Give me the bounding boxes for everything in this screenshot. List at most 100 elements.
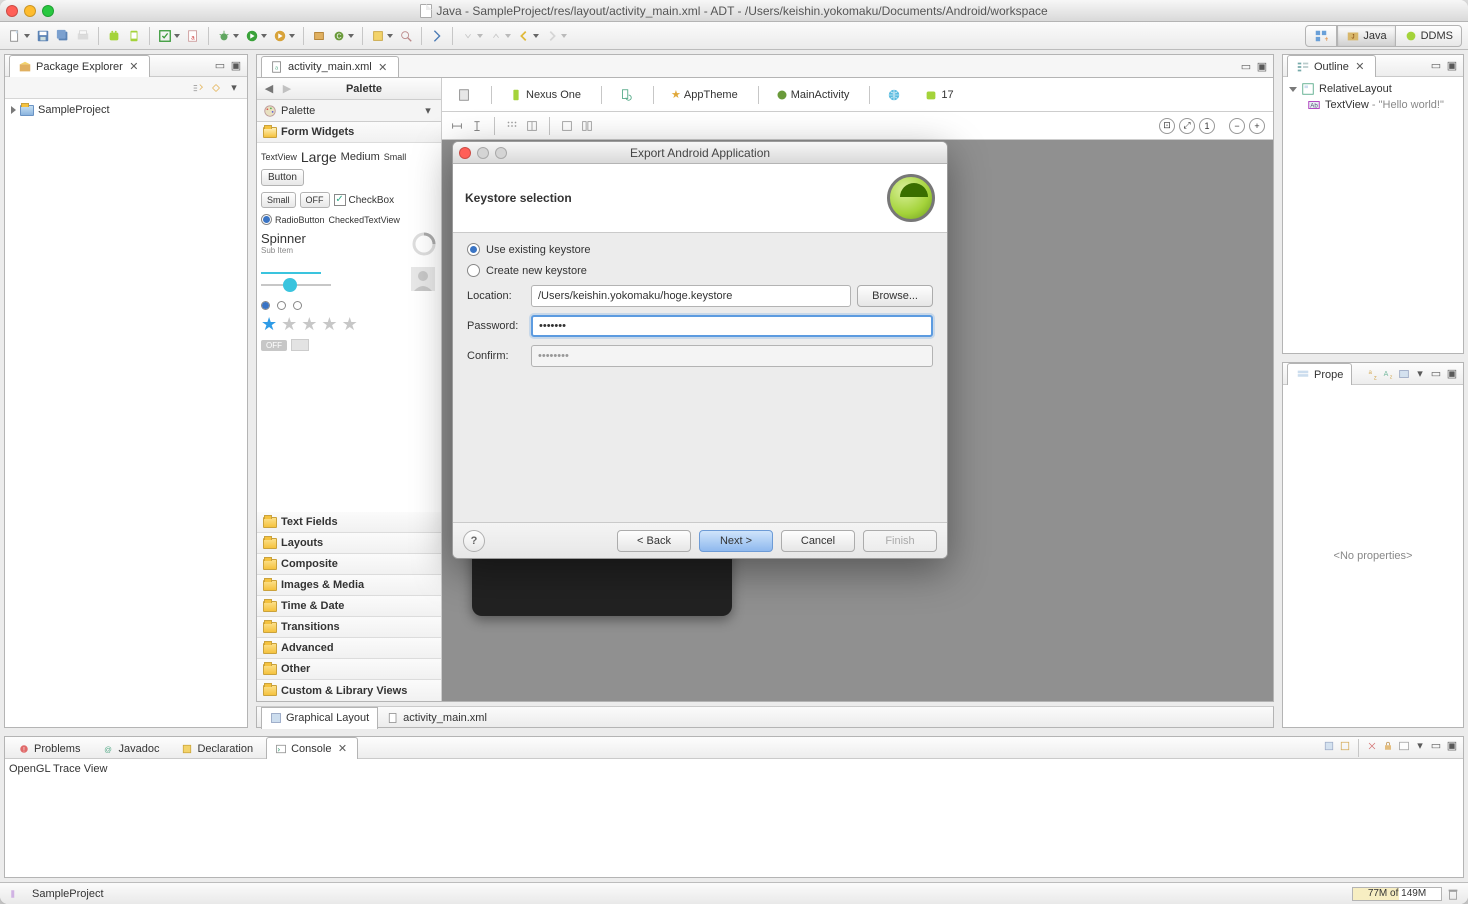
print-button[interactable] [74,26,92,46]
new-class-button[interactable]: C [330,26,356,46]
close-icon[interactable]: ✕ [335,742,349,756]
scroll-lock-icon[interactable] [1381,739,1395,753]
minimize-window-icon[interactable] [24,5,36,17]
zoom-100-icon[interactable]: 1 [1199,118,1215,134]
tab-declaration[interactable]: Declaration [172,737,262,759]
outline-child[interactable]: Ab TextView - "Hello world!" [1287,97,1459,113]
new-package-button[interactable] [310,26,328,46]
widget-medium[interactable]: Medium [341,151,380,163]
radio-icon[interactable] [467,243,480,256]
save-button[interactable] [34,26,52,46]
back-icon[interactable]: ◀ [263,83,275,95]
save-all-button[interactable] [54,26,72,46]
link-editor-icon[interactable] [209,81,223,95]
password-input[interactable]: ••••••• [531,315,933,337]
activity-button[interactable]: MainActivity [769,84,860,106]
device-button[interactable]: Nexus One [502,84,591,106]
view-menu-icon[interactable]: ▾ [1413,739,1427,753]
zoom-fit-icon[interactable]: ⤢ [1179,118,1195,134]
widget-small[interactable]: Small [384,152,407,162]
widget-seekbar[interactable] [261,284,331,286]
palette-cat-transitions[interactable]: Transitions [257,617,441,638]
next-button[interactable]: Next > [699,530,773,552]
forward-button[interactable] [543,26,569,46]
chevron-down-icon[interactable]: ▾ [421,104,435,118]
cancel-button[interactable]: Cancel [781,530,855,552]
palette-cat-form-widgets[interactable]: Form Widgets [257,122,441,143]
toggle-mark-button[interactable] [428,26,446,46]
maximize-icon[interactable]: ▣ [1445,739,1459,753]
sort-alpha-icon[interactable]: az [1365,367,1379,381]
maximize-icon[interactable]: ▣ [1255,59,1269,73]
open-perspective-button[interactable]: + [1305,25,1337,47]
outline-tab[interactable]: Outline ✕ [1287,55,1376,77]
gc-button[interactable] [1446,887,1460,901]
zoom-reset-icon[interactable]: ⊡ [1159,118,1175,134]
minimize-icon[interactable]: ▭ [213,59,227,73]
align-grid-icon[interactable] [505,119,519,133]
radio-icon[interactable] [467,264,480,277]
orientation-button[interactable] [612,84,643,106]
project-node[interactable]: SampleProject [9,103,243,117]
forward-icon[interactable]: ▶ [281,83,293,95]
new-xml-button[interactable]: a [184,26,202,46]
fastview-icon[interactable] [8,887,22,901]
properties-tab[interactable]: Prope [1287,363,1352,385]
locale-button[interactable] [880,84,911,106]
toggle-fill-height-icon[interactable] [470,119,484,133]
pin-console-icon[interactable] [1322,739,1336,753]
palette-cat-other[interactable]: Other [257,659,441,680]
show-structure-icon[interactable] [525,119,539,133]
close-window-icon[interactable] [6,5,18,17]
minimize-icon[interactable]: ▭ [1239,59,1253,73]
minimize-icon[interactable]: ▭ [1429,59,1443,73]
api-level-button[interactable]: 17 [917,84,963,106]
outline-root[interactable]: RelativeLayout [1287,81,1459,97]
display-selected-console-icon[interactable] [1338,739,1352,753]
toggle-fill-width-icon[interactable] [450,119,464,133]
theme-button[interactable]: ★AppTheme [664,84,748,106]
palette-cat-custom[interactable]: Custom & Library Views [257,680,441,701]
new-button[interactable] [6,26,32,46]
close-icon[interactable]: ✕ [376,60,390,74]
maximize-icon[interactable]: ▣ [229,59,243,73]
widget-toggle[interactable]: OFF [300,192,330,208]
avd-manager-button[interactable] [125,26,143,46]
quickcontact-icon[interactable] [409,265,437,293]
editor-tab[interactable]: a activity_main.xml ✕ [261,56,399,78]
heap-bar[interactable]: 77M of 149M [1352,887,1442,901]
zoom-window-icon[interactable] [42,5,54,17]
prev-annotation-button[interactable] [487,26,513,46]
expand-icon[interactable] [11,106,16,114]
close-dialog-icon[interactable] [459,147,471,159]
debug-button[interactable] [215,26,241,46]
widget-progressbar[interactable] [261,272,321,274]
widget-radiobutton[interactable]: RadioButton [261,214,325,225]
widget-spinner[interactable]: Spinner [261,231,306,246]
widget-textview[interactable]: TextView [261,152,297,162]
tab-xml-source[interactable]: activity_main.xml [378,707,496,729]
minimize-icon[interactable]: ▭ [1429,367,1443,381]
widget-switch[interactable]: OFF [261,339,437,351]
lint-button[interactable] [156,26,182,46]
tab-console[interactable]: Console✕ [266,737,358,759]
radio-use-existing[interactable]: Use existing keystore [467,243,933,256]
browse-button[interactable]: Browse... [857,285,933,307]
open-type-button[interactable] [369,26,395,46]
view-menu-icon[interactable]: ▾ [227,81,241,95]
sort-cat-icon[interactable]: Az [1381,367,1395,381]
confirm-input[interactable]: •••••••• [531,345,933,367]
close-icon[interactable]: ✕ [1353,60,1367,74]
palette-cat-advanced[interactable]: Advanced [257,638,441,659]
maximize-icon[interactable]: ▣ [1445,59,1459,73]
widget-small-button[interactable]: Small [261,192,296,208]
collapse-all-icon[interactable] [191,81,205,95]
widget-large[interactable]: Large [301,149,337,165]
widget-pager-dots[interactable] [261,301,437,310]
run-last-button[interactable] [271,26,297,46]
palette-cat-layouts[interactable]: Layouts [257,533,441,554]
tab-problems[interactable]: !Problems [9,737,89,759]
clear-console-icon[interactable] [1365,739,1379,753]
widget-button[interactable]: Button [261,169,304,186]
perspective-java[interactable]: JJava [1337,25,1395,47]
